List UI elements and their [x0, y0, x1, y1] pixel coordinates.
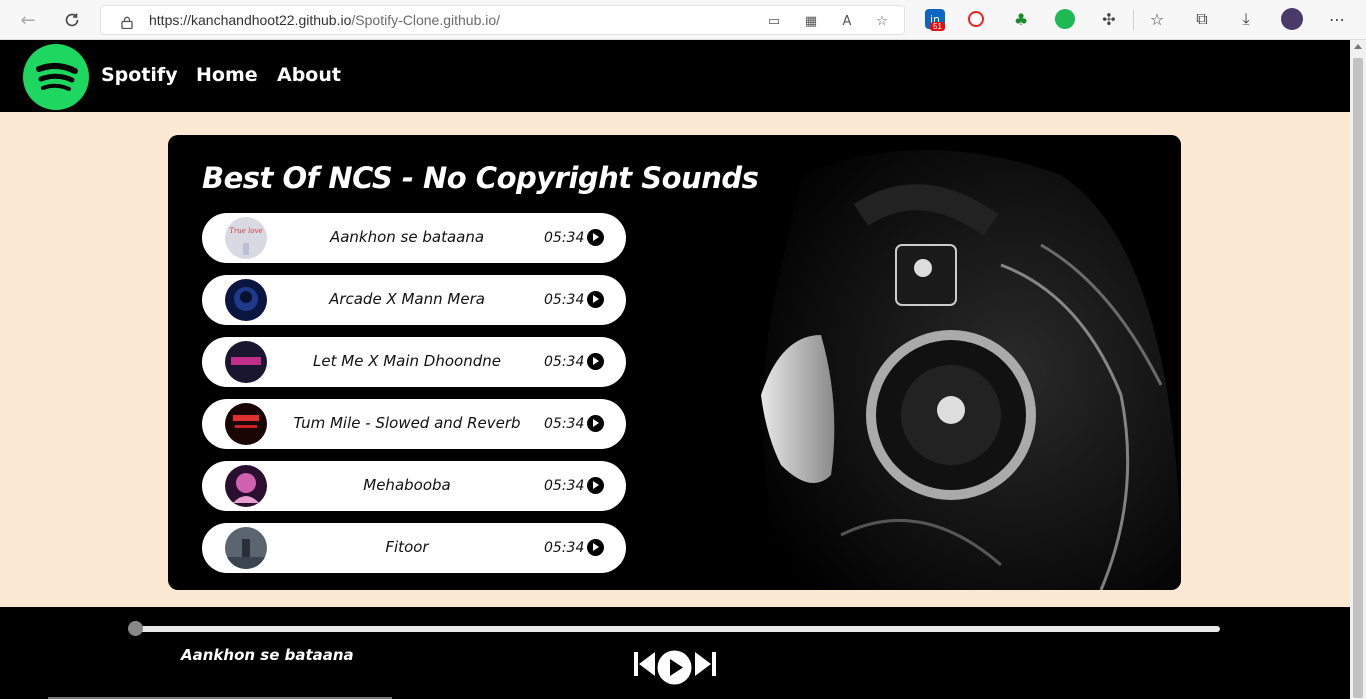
downloads-icon[interactable]: ⤓ [1236, 9, 1256, 29]
now-playing-title: Aankhon se bataana [181, 646, 354, 664]
headphones-girl-background-image [661, 135, 1181, 590]
toolbar-divider [1133, 10, 1134, 30]
browser-toolbar: ← https://kanchandhoot22.github.io/Spoti… [0, 0, 1366, 40]
song-cover-image: True love [225, 217, 267, 259]
song-duration: 05:34 [544, 540, 585, 556]
song-name: Tum Mile - Slowed and Reverb [293, 414, 521, 432]
song-cover-image [225, 527, 267, 569]
page-scrollbar[interactable] [1350, 40, 1366, 699]
next-track-icon[interactable] [694, 651, 716, 677]
play-circle-icon[interactable] [587, 229, 604, 246]
song-duration: 05:34 [544, 292, 585, 308]
back-arrow-icon[interactable]: ← [17, 9, 39, 31]
play-button-icon[interactable] [657, 650, 692, 685]
play-circle-icon[interactable] [587, 477, 604, 494]
progress-bar[interactable] [135, 626, 1220, 632]
play-circle-icon[interactable] [587, 291, 604, 308]
address-bar[interactable]: https://kanchandhoot22.github.io/Spotify… [100, 5, 905, 35]
song-duration: 05:34 [544, 354, 585, 370]
playlist-container: Best Of NCS - No Copyright Sounds True l… [168, 135, 1181, 590]
song-cover-image [225, 341, 267, 383]
song-name: Fitoor [385, 538, 429, 556]
song-cover-image [225, 403, 267, 445]
url-path: /Spotify-Clone.github.io/ [351, 12, 501, 28]
url-host: https://kanchandhoot22.github.io [149, 12, 352, 28]
song-cover-image [225, 465, 267, 507]
song-name: Arcade X Mann Mera [329, 290, 485, 308]
song-name: Aankhon se bataana [329, 228, 485, 246]
url-text: https://kanchandhoot22.github.io/Spotify… [149, 12, 500, 28]
song-item[interactable]: Tum Mile - Slowed and Reverb 05:34 [202, 399, 626, 449]
play-circle-icon[interactable] [587, 415, 604, 432]
bottom-player: Aankhon se bataana [0, 607, 1350, 699]
clover-extension-icon[interactable]: ♣ [1011, 9, 1031, 29]
song-name: Mehabooba [363, 476, 451, 494]
nav-about-link[interactable]: About [277, 64, 341, 86]
song-name: Let Me X Main Dhoondne [313, 352, 501, 370]
qr-code-icon[interactable]: ▦ [802, 12, 820, 30]
scroll-up-arrow-icon[interactable] [1354, 44, 1362, 49]
song-item[interactable]: True love Aankhon se bataana 05:34 [202, 213, 626, 263]
extension-badge: 51 [930, 22, 945, 31]
song-item[interactable]: Fitoor 05:34 [202, 523, 626, 573]
spotify-logo-icon[interactable] [23, 44, 89, 110]
collections-icon[interactable]: ⧉ [1192, 9, 1212, 29]
song-cover-image [225, 279, 267, 321]
previous-track-icon[interactable] [634, 651, 656, 677]
lock-icon [121, 14, 133, 30]
play-circle-icon[interactable] [587, 353, 604, 370]
refresh-icon[interactable] [61, 9, 83, 31]
nav-home-link[interactable]: Home [196, 64, 258, 86]
song-duration: 05:34 [544, 416, 585, 432]
spotify-extension-icon[interactable] [1055, 9, 1075, 29]
progress-thumb[interactable] [128, 621, 143, 636]
site-navbar: Spotify Home About [0, 40, 1350, 112]
app-available-icon[interactable]: ▭ [765, 12, 783, 30]
song-duration: 05:34 [544, 230, 585, 246]
nav-brand-link[interactable]: Spotify [101, 64, 178, 86]
song-item[interactable]: Mehabooba 05:34 [202, 461, 626, 511]
add-favorite-icon[interactable]: ☆ [873, 12, 891, 30]
song-duration: 05:34 [544, 478, 585, 494]
song-item[interactable]: Let Me X Main Dhoondne 05:34 [202, 337, 626, 387]
song-item[interactable]: Arcade X Mann Mera 05:34 [202, 275, 626, 325]
extensions-puzzle-icon[interactable]: ✣ [1099, 9, 1119, 29]
scroll-thumb[interactable] [1353, 58, 1363, 698]
opera-extension-icon[interactable] [968, 11, 984, 27]
profile-avatar[interactable] [1281, 8, 1303, 30]
play-circle-icon[interactable] [587, 539, 604, 556]
read-aloud-icon[interactable]: A [838, 12, 856, 30]
svg-text:True love: True love [229, 227, 262, 235]
favorites-icon[interactable]: ☆ [1147, 9, 1167, 29]
more-menu-icon[interactable]: ⋯ [1327, 9, 1347, 29]
playlist-title: Best Of NCS - No Copyright Sounds [202, 161, 759, 195]
